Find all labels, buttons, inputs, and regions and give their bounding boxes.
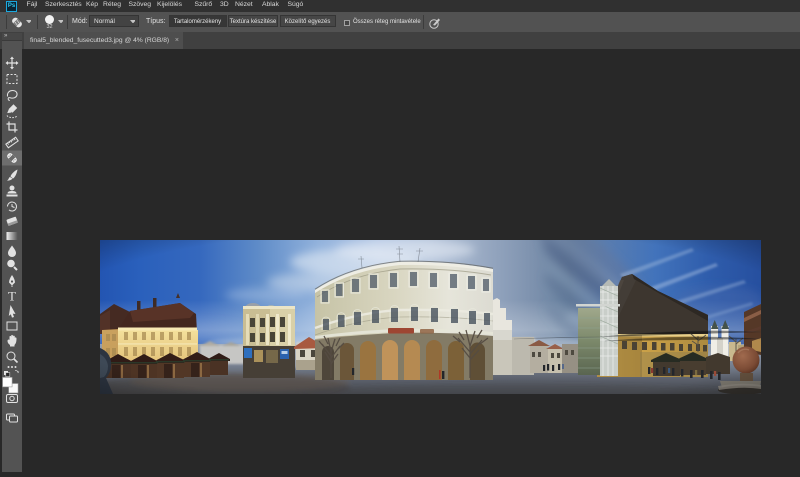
svg-text:T: T	[8, 289, 16, 304]
